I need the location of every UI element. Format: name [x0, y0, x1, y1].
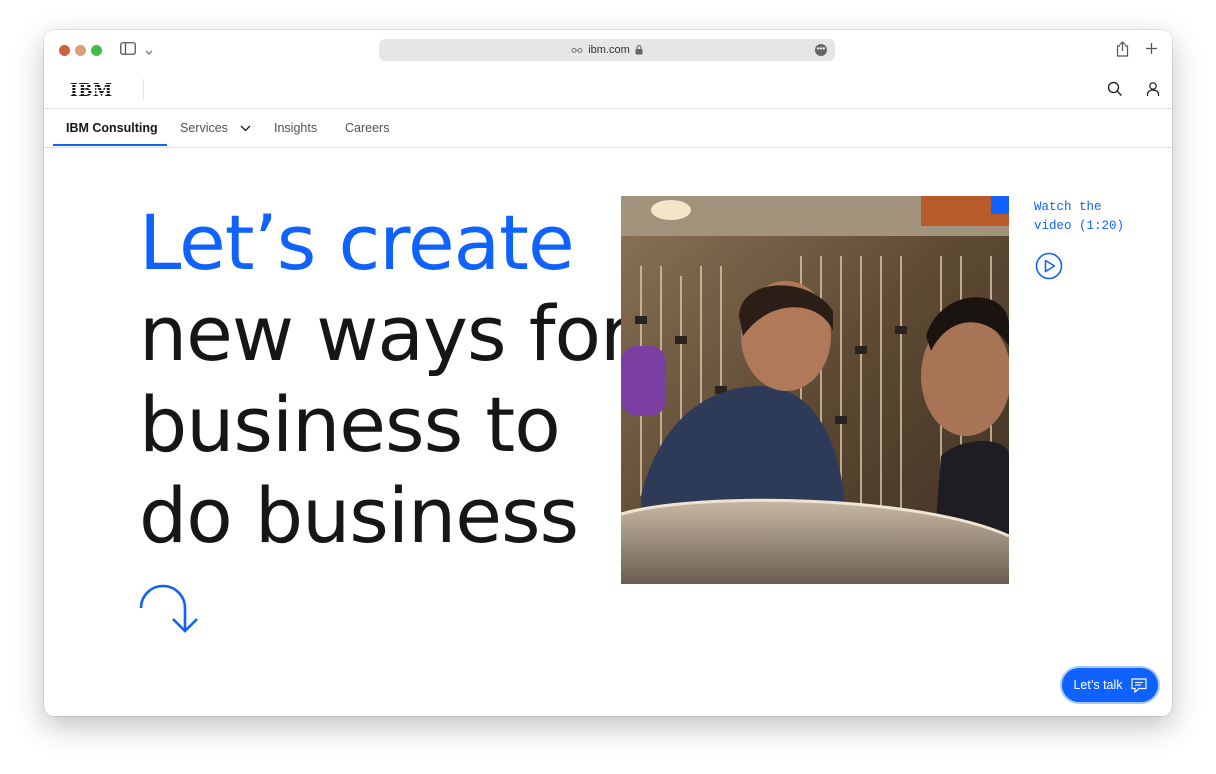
watch-video-link[interactable]: Watch the video (1:20): [1034, 198, 1144, 236]
subnav-item-careers[interactable]: Careers: [345, 109, 389, 147]
url-text: ibm.com: [588, 44, 630, 56]
hero-photo[interactable]: [621, 196, 1009, 584]
hero-line-1: Let’s create: [139, 198, 575, 287]
share-icon[interactable]: [1116, 41, 1129, 61]
watch-label-line-1: Watch the: [1034, 200, 1102, 214]
hero-headline: Let’s create new ways for business to do…: [139, 197, 699, 561]
user-icon[interactable]: [1145, 81, 1161, 97]
lets-talk-label: Let’s talk: [1073, 678, 1123, 692]
accent-square: [991, 196, 1009, 214]
chevron-down-icon: [240, 125, 251, 132]
browser-window: ibm.com ••• IBM IBM Consulting Services …: [44, 30, 1172, 716]
site-icon: [571, 47, 583, 53]
watch-label-line-2: video (1:20): [1034, 219, 1125, 233]
zoom-window-button[interactable]: [91, 45, 102, 56]
lets-talk-button[interactable]: Let’s talk: [1062, 668, 1158, 702]
subnav-item-ibm-consulting[interactable]: IBM Consulting: [66, 109, 158, 147]
subnav-item-insights[interactable]: Insights: [274, 109, 317, 147]
sidebar-icon[interactable]: [120, 42, 136, 59]
play-icon[interactable]: [1035, 252, 1063, 280]
subnav-item-services[interactable]: Services: [180, 109, 251, 147]
header-divider: [143, 79, 144, 99]
ibm-logo[interactable]: IBM: [70, 79, 113, 102]
search-icon[interactable]: [1107, 81, 1123, 97]
new-tab-icon[interactable]: [1145, 42, 1158, 59]
hero-line-3: business to: [139, 380, 561, 469]
hero-line-4: do business: [139, 471, 579, 560]
address-bar[interactable]: ibm.com •••: [379, 39, 835, 61]
chevron-down-icon[interactable]: [145, 44, 153, 60]
site-header: IBM: [44, 70, 1172, 109]
subnav-item-label: Services: [180, 121, 228, 135]
consulting-subnav: IBM Consulting Services Insights Careers: [44, 109, 1172, 148]
close-window-button[interactable]: [59, 45, 70, 56]
lock-icon: [635, 45, 643, 55]
browser-toolbar: ibm.com •••: [44, 30, 1172, 70]
scroll-down-arrow-icon[interactable]: [139, 581, 207, 637]
chat-icon: [1130, 677, 1147, 693]
minimize-window-button[interactable]: [75, 45, 86, 56]
more-icon[interactable]: •••: [815, 44, 827, 56]
active-tab-indicator: [53, 144, 167, 146]
hero-line-2: new ways for: [139, 289, 631, 378]
